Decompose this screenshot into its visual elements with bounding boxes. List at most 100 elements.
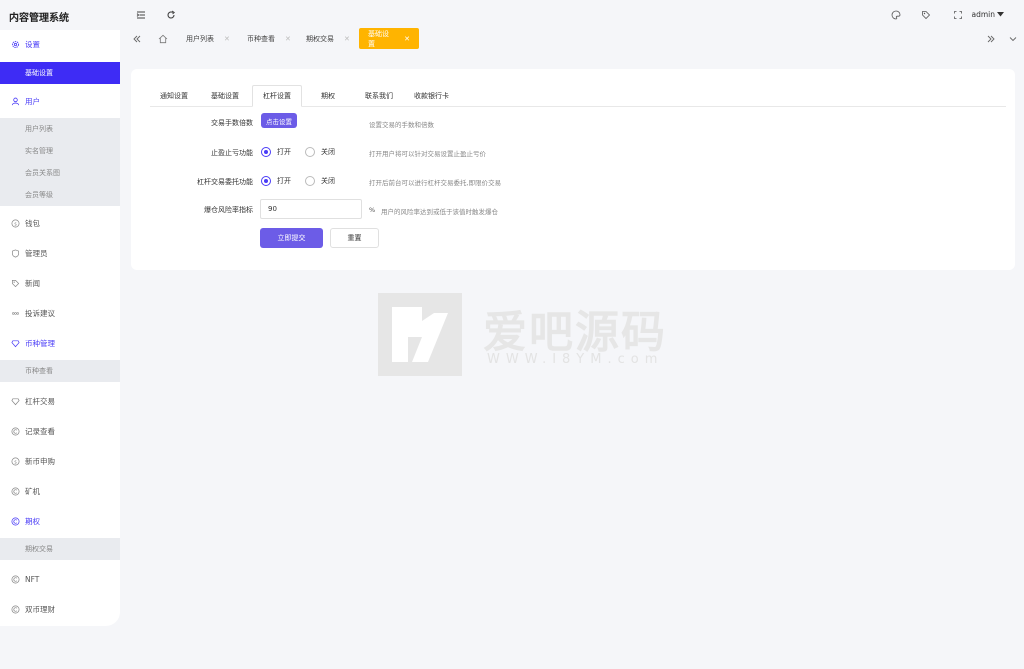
- sidebar-item-wallet[interactable]: $ 钱包: [0, 212, 120, 234]
- tpsl-label: 止盈止亏功能: [211, 149, 253, 157]
- chat-icon: [11, 309, 20, 318]
- sidebar-item-records[interactable]: 记录查看: [0, 420, 120, 442]
- sidebar-item-label: 币种管理: [25, 338, 55, 348]
- tpsl-hint: 打开用户将可以针对交易设置止盈止亏价: [369, 150, 486, 158]
- palette-icon[interactable]: [890, 9, 902, 21]
- close-icon[interactable]: ✕: [224, 35, 230, 43]
- sidebar-item-label: 设置: [25, 39, 40, 49]
- sidebar-item-options[interactable]: 期权: [0, 510, 120, 532]
- sidebar-item-settings[interactable]: 设置: [0, 33, 120, 55]
- watermark-text: 爱吧源码: [483, 307, 667, 358]
- tab-bank-card[interactable]: 收款银行卡: [414, 85, 449, 107]
- sidebar-subitem-basic-settings[interactable]: 基础设置: [0, 62, 120, 84]
- sidebar-subitem-currency-view[interactable]: 币种查看: [0, 360, 120, 382]
- tab-options[interactable]: 期权: [321, 85, 335, 107]
- sidebar-item-currency[interactable]: 币种管理: [0, 332, 120, 354]
- watermark-logo: [378, 293, 462, 376]
- sidebar-item-label: 管理员: [25, 248, 48, 258]
- sidebar-item-admins[interactable]: 管理员: [0, 242, 120, 264]
- fee-label: 交易手数倍数: [211, 119, 253, 127]
- menu-fold-icon[interactable]: [135, 9, 147, 21]
- caret-down-icon: [997, 10, 1004, 19]
- tag-icon[interactable]: [920, 9, 932, 21]
- coin-icon: $: [11, 219, 20, 228]
- copyright-icon: [11, 605, 20, 614]
- sidebar-subitem-kyc[interactable]: 实名管理: [0, 140, 120, 162]
- sidebar-item-label: 期权: [25, 516, 40, 526]
- sidebar-item-news[interactable]: 新闻: [0, 272, 120, 294]
- entrust-off-radio[interactable]: 关闭: [305, 176, 335, 186]
- settings-panel: 通知设置 基础设置 杠杆设置 期权 联系我们 收款银行卡 交易手数倍数 点击设置…: [131, 69, 1015, 270]
- sidebar-item-miner[interactable]: 矿机: [0, 480, 120, 502]
- watermark-url: WWW.I8YM.com: [487, 352, 664, 367]
- tab-options-trade[interactable]: 期权交易 ✕: [306, 28, 350, 49]
- sidebar-subitem-options-trade[interactable]: 期权交易: [0, 538, 120, 560]
- sidebar-item-label: NFT: [25, 574, 40, 584]
- diamond-icon: [11, 339, 20, 348]
- sidebar-subitem-relations[interactable]: 会员关系图: [0, 162, 120, 184]
- sidebar-item-feedback[interactable]: 投诉建议: [0, 302, 120, 324]
- radio-unchecked-icon: [305, 147, 315, 157]
- tab-leverage-settings[interactable]: 杠杆设置: [252, 85, 302, 107]
- sidebar-item-users[interactable]: 用户: [0, 90, 120, 112]
- tabs-prev-icon[interactable]: [132, 28, 142, 49]
- user-menu[interactable]: admin: [972, 10, 1004, 19]
- copyright-icon: [11, 487, 20, 496]
- sidebar-item-label: 用户: [25, 96, 40, 106]
- fullscreen-icon[interactable]: [952, 9, 964, 21]
- tab-contact-us[interactable]: 联系我们: [365, 85, 393, 107]
- tabs-dropdown-icon[interactable]: [1008, 28, 1018, 49]
- refresh-icon[interactable]: [165, 9, 177, 21]
- sidebar-item-dual-finance[interactable]: 双币理财: [0, 598, 120, 620]
- tab-label: 币种查看: [247, 34, 275, 43]
- close-icon[interactable]: ✕: [285, 35, 291, 43]
- tabs-next-icon[interactable]: [986, 28, 996, 49]
- liquidation-label: 爆仓风险率指标: [204, 206, 253, 214]
- radio-label: 关闭: [321, 177, 335, 185]
- sidebar: 内容管理系统 设置 基础设置 用户 用户列表 实名管理 会员关系图 会员等级 $…: [0, 0, 120, 669]
- tab-label: 用户列表: [186, 34, 214, 43]
- tab-currency-view[interactable]: 币种查看 ✕: [247, 28, 291, 49]
- coin-icon: $: [11, 457, 20, 466]
- liquidation-hint: 用户的风险率达到或低于该值时触发爆仓: [381, 208, 498, 216]
- sidebar-item-leverage[interactable]: 杠杆交易: [0, 390, 120, 412]
- sidebar-item-new-coin[interactable]: $ 新币申购: [0, 450, 120, 472]
- tab-basic-settings[interactable]: 基础设置: [211, 85, 239, 107]
- entrust-hint: 打开后前台可以进行杠杆交易委托,即限价交易: [369, 179, 502, 187]
- sidebar-subitem-user-list[interactable]: 用户列表: [0, 118, 120, 140]
- topbar: admin: [120, 0, 1024, 30]
- svg-text:$: $: [14, 221, 17, 227]
- set-fee-button[interactable]: 点击设置: [261, 113, 297, 128]
- radio-unchecked-icon: [305, 176, 315, 186]
- close-icon[interactable]: ✕: [404, 35, 410, 43]
- sidebar-subitem-levels[interactable]: 会员等级: [0, 184, 120, 206]
- liquidation-input[interactable]: 90: [260, 199, 362, 219]
- radio-label: 打开: [277, 148, 291, 156]
- close-icon[interactable]: ✕: [344, 35, 350, 43]
- tab-notice-settings[interactable]: 通知设置: [160, 85, 188, 107]
- sidebar-item-label: 投诉建议: [25, 308, 55, 318]
- entrust-on-radio[interactable]: 打开: [261, 176, 291, 186]
- tpsl-off-radio[interactable]: 关闭: [305, 147, 335, 157]
- home-icon[interactable]: [158, 28, 168, 49]
- shield-icon: [11, 249, 20, 258]
- gear-icon: [11, 40, 20, 49]
- tab-user-list[interactable]: 用户列表 ✕: [186, 28, 230, 49]
- settings-tabs: 通知设置 基础设置 杠杆设置 期权 联系我们 收款银行卡: [150, 85, 1006, 107]
- sidebar-item-label: 矿机: [25, 486, 40, 496]
- copyright-icon: [11, 427, 20, 436]
- reset-button[interactable]: 重置: [330, 228, 379, 248]
- tab-label: 基础设置: [368, 29, 389, 48]
- tab-basic-settings[interactable]: 基础设置 ✕: [359, 28, 419, 49]
- percent-unit: %: [369, 206, 376, 214]
- fee-hint: 设置交易的手数和倍数: [369, 121, 434, 129]
- radio-checked-icon: [261, 147, 271, 157]
- sidebar-item-label: 钱包: [25, 218, 40, 228]
- radio-checked-icon: [261, 176, 271, 186]
- tab-bar: 用户列表 ✕ 币种查看 ✕ 期权交易 ✕ 基础设置 ✕: [120, 28, 1024, 50]
- entrust-label: 杠杆交易委托功能: [197, 178, 253, 186]
- tpsl-on-radio[interactable]: 打开: [261, 147, 291, 157]
- submit-button[interactable]: 立即提交: [260, 228, 323, 248]
- sidebar-item-nft[interactable]: NFT: [0, 568, 120, 590]
- tab-label: 期权交易: [306, 34, 334, 43]
